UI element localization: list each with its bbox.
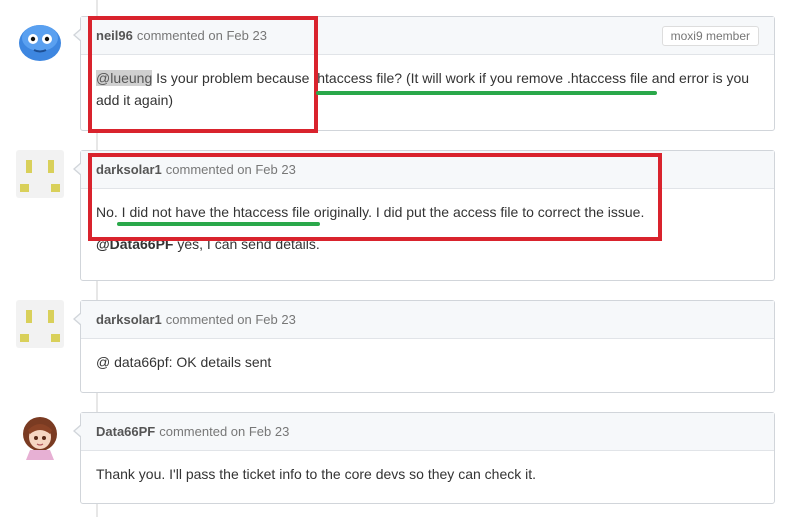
- comment-1: neil96 commented on Feb 23 moxi9 member …: [73, 16, 775, 131]
- comment-author[interactable]: darksolar1: [96, 162, 162, 177]
- user-mention-link[interactable]: @lueung: [96, 70, 153, 86]
- comment-text: Thank you. I'll pass the ticket info to …: [96, 466, 537, 482]
- avatar-darksolar1[interactable]: [16, 150, 64, 198]
- comment-3: darksolar1 commented on Feb 23 @ data66p…: [73, 300, 775, 393]
- anime-girl-avatar-icon: [16, 412, 64, 460]
- comment-header: neil96 commented on Feb 23 moxi9 member: [81, 17, 774, 55]
- comment-timestamp[interactable]: commented on Feb 23: [166, 162, 296, 177]
- comment-timestamp[interactable]: commented on Feb 23: [137, 28, 267, 43]
- identicon-avatar-icon: [20, 160, 60, 192]
- comment-body: No. I did not have the htaccess file ori…: [81, 189, 774, 265]
- comment-body: @lueung Is your problem because .htacces…: [81, 55, 774, 121]
- comment-text-content: yes, I can send details.: [173, 236, 320, 252]
- comment-header: Data66PF commented on Feb 23: [81, 413, 774, 451]
- comment-author[interactable]: Data66PF: [96, 424, 155, 439]
- member-badge: moxi9 member: [661, 25, 759, 46]
- comment-timestamp[interactable]: commented on Feb 23: [166, 312, 296, 327]
- comment-body: Thank you. I'll pass the ticket info to …: [81, 451, 774, 495]
- comment-text-content: Is your problem because .htaccess file? …: [96, 70, 750, 108]
- user-mention-link[interactable]: @Data66PF: [96, 236, 173, 252]
- avatar-darksolar1[interactable]: [16, 300, 64, 348]
- comment-4: Data66PF commented on Feb 23 Thank you. …: [73, 412, 775, 504]
- comment-text: @lueung Is your problem because .htacces…: [96, 67, 759, 111]
- comment-text: @Data66PF yes, I can send details.: [96, 233, 759, 255]
- comment-timestamp[interactable]: commented on Feb 23: [159, 424, 289, 439]
- comment-body: @ data66pf: OK details sent: [81, 339, 774, 383]
- comment-text: No. I did not have the htaccess file ori…: [96, 204, 645, 220]
- blue-monster-avatar-icon: [19, 25, 61, 61]
- avatar-data66pf[interactable]: [16, 412, 64, 460]
- comment-text: @ data66pf: OK details sent: [96, 354, 272, 370]
- comment-2: darksolar1 commented on Feb 23 No. I did…: [73, 150, 775, 281]
- comment-author[interactable]: neil96: [96, 28, 133, 43]
- comment-header: darksolar1 commented on Feb 23: [81, 151, 774, 189]
- comment-header: darksolar1 commented on Feb 23: [81, 301, 774, 339]
- avatar-neil96[interactable]: [16, 16, 64, 64]
- identicon-avatar-icon: [20, 310, 60, 342]
- comment-author[interactable]: darksolar1: [96, 312, 162, 327]
